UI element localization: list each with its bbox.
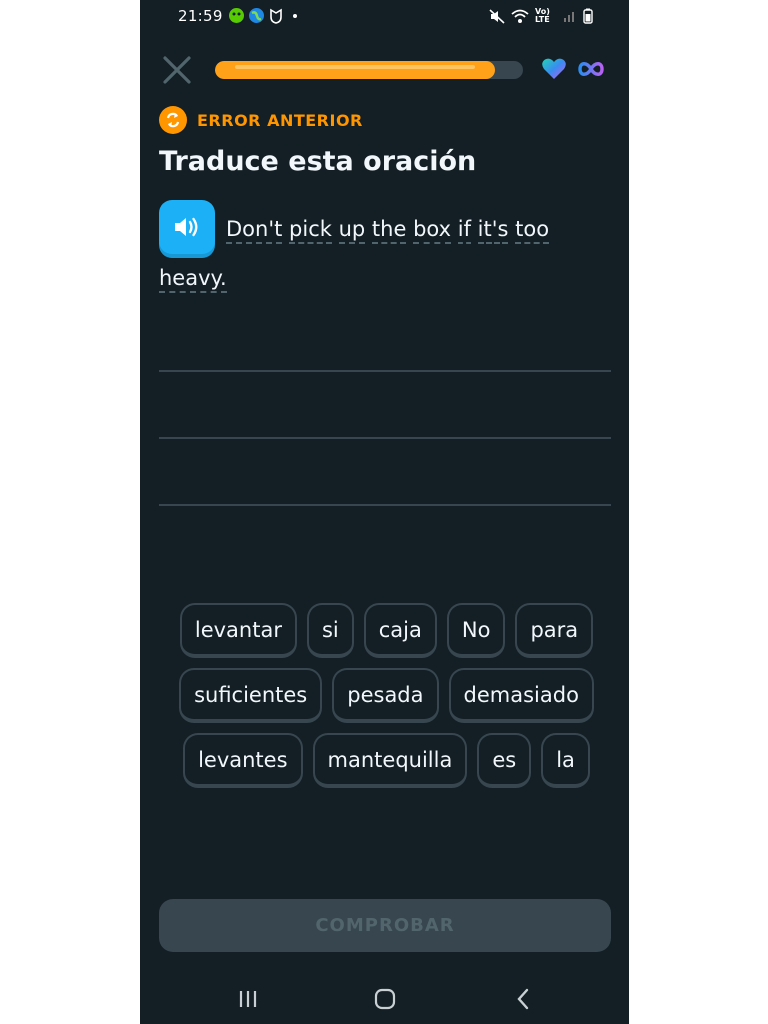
word-chip[interactable]: caja bbox=[363, 603, 437, 658]
sentence-word[interactable]: too bbox=[515, 217, 550, 244]
sentence-word[interactable]: pick bbox=[289, 217, 332, 244]
recent-apps-icon[interactable] bbox=[233, 984, 263, 1014]
progress-fill bbox=[215, 61, 496, 79]
shield-icon bbox=[270, 8, 282, 24]
notification-icons bbox=[228, 7, 297, 24]
word-chip[interactable]: es bbox=[477, 733, 532, 788]
wifi-icon bbox=[511, 9, 529, 23]
word-bank: levantar si caja No para suficientes pesada dem… bbox=[174, 603, 599, 798]
sentence-word[interactable]: if bbox=[457, 217, 471, 244]
previous-error-label: ERROR ANTERIOR bbox=[159, 106, 363, 134]
sentence-word[interactable]: Don't bbox=[226, 217, 283, 244]
repeat-icon bbox=[159, 106, 187, 134]
check-button[interactable]: COMPROBAR bbox=[159, 899, 611, 952]
android-nav-bar bbox=[140, 970, 629, 1024]
sentence-word[interactable]: heavy. bbox=[159, 266, 227, 293]
status-time: 21:59 bbox=[178, 7, 223, 25]
exercise-title: Traduce esta oración bbox=[159, 146, 477, 177]
lesson-progress-bar bbox=[215, 61, 523, 79]
word-chip[interactable]: para bbox=[515, 603, 594, 658]
answer-line bbox=[159, 504, 611, 506]
word-chip[interactable]: No bbox=[446, 603, 506, 658]
app-notification-icon bbox=[229, 8, 244, 23]
sentence-word[interactable]: it's bbox=[477, 217, 509, 244]
home-icon[interactable] bbox=[370, 984, 400, 1014]
status-bar: 21:59 Vo) LTE bbox=[140, 0, 629, 34]
prompt-sentence: Don't pick up the box if it's too heavy. bbox=[159, 205, 599, 303]
word-bank-row: levantes mantequilla es la bbox=[174, 733, 599, 788]
previous-error-text: ERROR ANTERIOR bbox=[197, 110, 363, 130]
back-icon[interactable] bbox=[508, 984, 538, 1014]
word-chip[interactable]: levantar bbox=[179, 603, 297, 658]
system-icons: Vo) LTE bbox=[489, 8, 593, 24]
word-chip[interactable]: si bbox=[306, 603, 354, 658]
signal-icon bbox=[564, 12, 574, 22]
word-chip[interactable]: pesada bbox=[332, 668, 439, 723]
sentence-word[interactable]: the bbox=[371, 217, 407, 244]
network-type-label: Vo) LTE bbox=[535, 7, 550, 24]
close-icon[interactable] bbox=[162, 55, 192, 85]
app-screen: 21:59 Vo) LTE ERROR ANTERIOR Traduce est… bbox=[140, 0, 629, 1024]
word-bank-row: suficientes pesada demasiado bbox=[174, 668, 599, 723]
globe-icon bbox=[249, 8, 264, 23]
answer-line bbox=[159, 437, 611, 439]
word-chip[interactable]: demasiado bbox=[448, 668, 594, 723]
heart-icon[interactable] bbox=[541, 57, 567, 81]
word-chip[interactable]: mantequilla bbox=[312, 733, 468, 788]
sentence-word[interactable]: up bbox=[338, 217, 366, 244]
battery-icon bbox=[583, 8, 593, 24]
more-notifications-dot bbox=[293, 13, 297, 18]
sentence-word[interactable]: box bbox=[413, 217, 452, 244]
answer-line bbox=[159, 370, 611, 372]
mute-icon bbox=[489, 8, 505, 24]
infinity-icon bbox=[578, 62, 604, 76]
word-chip[interactable]: la bbox=[541, 733, 590, 788]
word-chip[interactable]: suficientes bbox=[179, 668, 323, 723]
progress-shine bbox=[235, 65, 476, 69]
word-chip[interactable]: levantes bbox=[183, 733, 303, 788]
word-bank-row: levantar si caja No para bbox=[174, 603, 599, 658]
